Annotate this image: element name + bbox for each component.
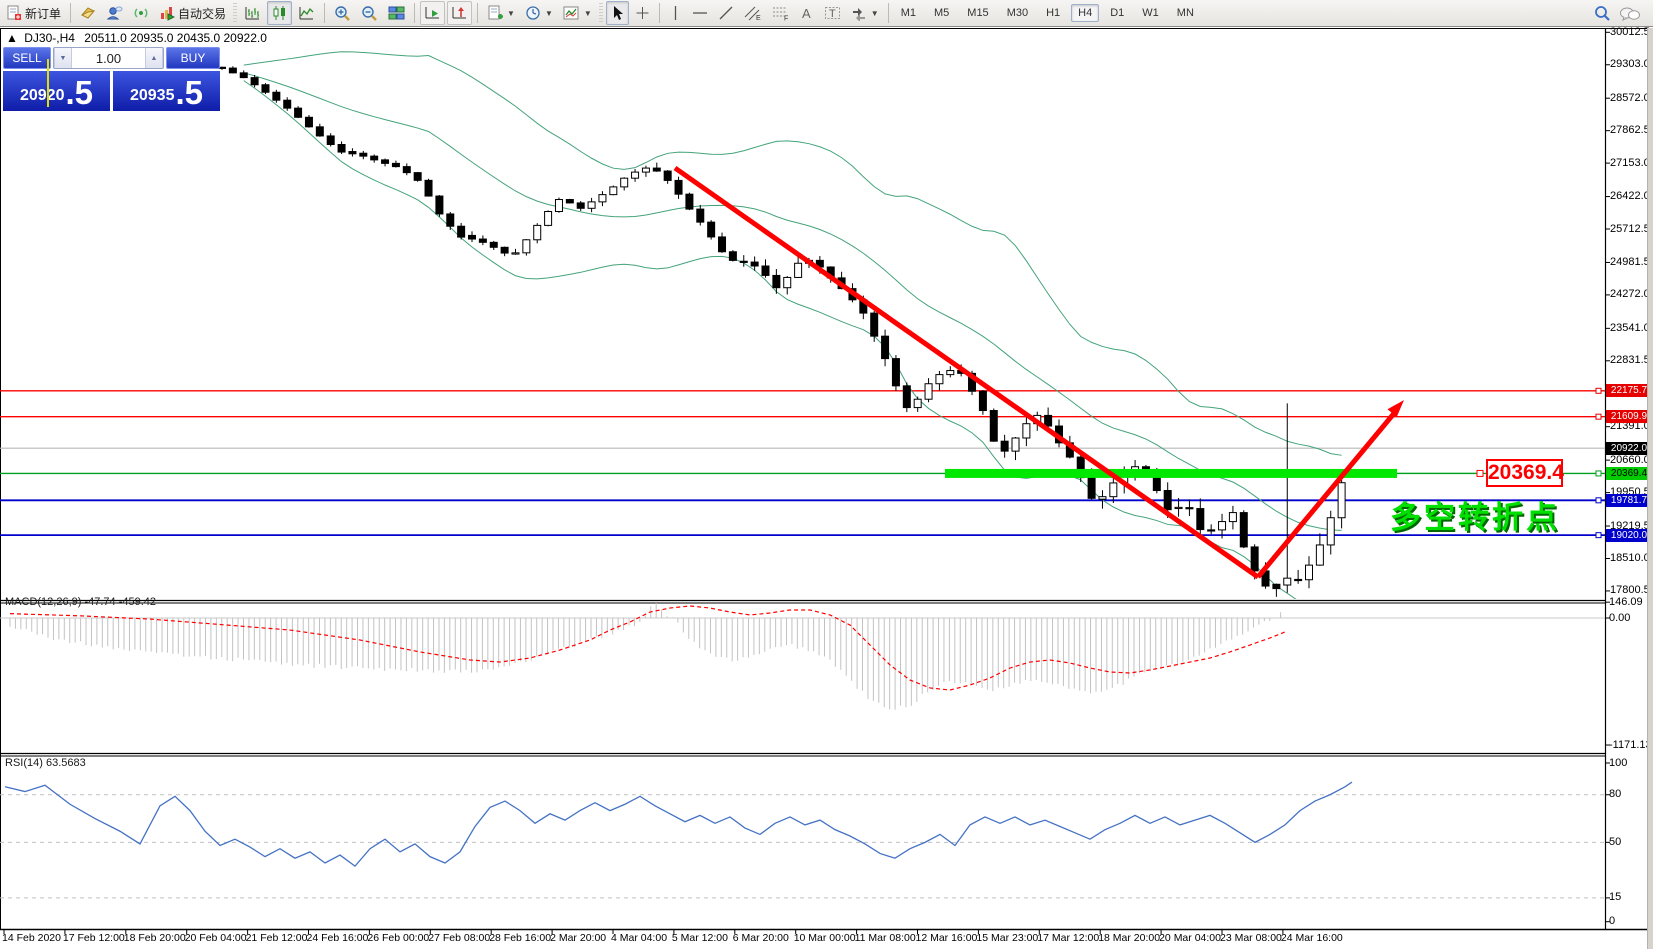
- price-tick-label: 17800.5: [1610, 584, 1650, 596]
- time-axis-label: 26 Feb 00:00: [367, 932, 429, 944]
- sell-price[interactable]: 20920 .5: [3, 71, 110, 111]
- price-tag-20369.4: 20369.4: [1606, 467, 1652, 480]
- price-tick-label: 30012.5: [1610, 26, 1650, 38]
- time-axis-label: 11 Mar 08:00: [855, 932, 916, 944]
- sell-price-main: 20920: [20, 83, 65, 109]
- volume-value[interactable]: 1.00: [72, 48, 145, 68]
- time-axis-label: 6 Mar 20:00: [733, 932, 789, 944]
- time-axis-label: 12 Mar 16:00: [916, 932, 978, 944]
- chart-canvas[interactable]: [0, 0, 1653, 949]
- macd-tick-label: 0.00: [1609, 612, 1630, 624]
- macd-tick-label: -1171.13: [1609, 739, 1652, 751]
- price-tag-21609.9: 21609.9: [1606, 410, 1652, 423]
- price-cursor-line: [47, 59, 49, 107]
- chart-title: ▲ DJ30-,H4 20511.0 20935.0 20435.0 20922…: [6, 31, 267, 45]
- time-axis-label: 17 Feb 12:00: [63, 932, 125, 944]
- time-axis-label: 18 Mar 20:00: [1098, 932, 1160, 944]
- price-tag-19020.0: 19020.0: [1606, 529, 1652, 542]
- buy-price[interactable]: 20935 .5: [113, 71, 220, 111]
- time-axis-label: 4 Mar 04:00: [611, 932, 667, 944]
- price-tick-label: 25712.5: [1610, 223, 1650, 235]
- rsi-tick-label: 80: [1609, 788, 1621, 800]
- rsi-tick-label: 100: [1609, 757, 1627, 769]
- buy-price-fraction: .5: [175, 76, 203, 109]
- symbol-marker-icon: ▲: [6, 31, 18, 45]
- main-price-panel: [0, 52, 1605, 607]
- price-tick-label: 27153.0: [1610, 157, 1650, 169]
- time-axis-label: 23 Mar 08:00: [1220, 932, 1282, 944]
- macd-signal-line: [10, 606, 1285, 690]
- rsi-tick-label: 0: [1609, 915, 1615, 927]
- price-tick-label: 20660.0: [1610, 454, 1650, 466]
- buy-price-main: 20935: [130, 83, 175, 109]
- time-axis-label: 21 Feb 12:00: [246, 932, 308, 944]
- volume-increase-button[interactable]: ▲: [145, 48, 163, 68]
- time-axis-label: 14 Feb 2020: [2, 932, 61, 944]
- macd-tick-label: 146.09: [1609, 596, 1643, 608]
- price-tick-label: 26422.0: [1610, 190, 1650, 202]
- sell-price-fraction: .5: [65, 76, 93, 109]
- level-annotation-box[interactable]: 20369.4: [1486, 459, 1563, 487]
- rsi-line: [5, 782, 1352, 866]
- trend-line: [1258, 411, 1396, 577]
- time-axis-label: 20 Mar 04:00: [1159, 932, 1221, 944]
- rsi-indicator-label: RSI(14) 63.5683: [5, 757, 86, 769]
- macd-indicator-label: MACD(12,26,9) -47.74 -459.42: [5, 596, 156, 608]
- volume-decrease-button[interactable]: ▼: [54, 48, 72, 68]
- buy-button[interactable]: BUY: [166, 47, 220, 69]
- time-axis-label: 10 Mar 00:00: [794, 932, 856, 944]
- time-axis-label: 2 Mar 20:00: [550, 932, 606, 944]
- rsi-tick-label: 50: [1609, 836, 1621, 848]
- rsi-tick-label: 15: [1609, 891, 1621, 903]
- macd-panel: [0, 603, 1605, 710]
- time-axis-label: 5 Mar 12:00: [672, 932, 728, 944]
- time-axis-label: 24 Mar 16:00: [1281, 932, 1343, 944]
- time-axis-label: 15 Mar 23:00: [976, 932, 1038, 944]
- rsi-panel: [0, 782, 1605, 898]
- price-tick-label: 22831.5: [1610, 354, 1650, 366]
- price-tick-label: 23541.0: [1610, 322, 1650, 334]
- time-axis-label: 17 Mar 12:00: [1037, 932, 1099, 944]
- price-tick-label: 27862.5: [1610, 124, 1650, 136]
- time-axis-label: 18 Feb 20:00: [124, 932, 186, 944]
- price-tag-19781.7: 19781.7: [1606, 494, 1652, 507]
- volume-spinner: ▼ 1.00 ▲: [53, 47, 164, 69]
- time-axis-label: 28 Feb 16:00: [489, 932, 551, 944]
- trend-line: [675, 168, 1258, 577]
- price-tick-label: 24981.5: [1610, 256, 1650, 268]
- time-axis-label: 20 Feb 04:00: [185, 932, 247, 944]
- price-tag-20922.0: 20922.0: [1606, 442, 1652, 455]
- symbol-period: DJ30-,H4: [24, 31, 75, 45]
- support-zone-bar: [945, 469, 1397, 478]
- time-axis-label: 24 Feb 16:00: [307, 932, 369, 944]
- price-tick-label: 24272.0: [1610, 288, 1650, 300]
- time-axis-label: 27 Feb 08:00: [428, 932, 490, 944]
- mt4-window: 新订单 自动交易: [0, 0, 1653, 949]
- price-tick-label: 18510.0: [1610, 552, 1650, 564]
- price-tick-label: 29303.0: [1610, 58, 1650, 70]
- one-click-trade-panel: SELL ▼ 1.00 ▲ BUY 20920 .5 20935 .5: [3, 47, 220, 112]
- ohlc-values: 20511.0 20935.0 20435.0 20922.0: [84, 31, 267, 45]
- price-tick-label: 28572.0: [1610, 92, 1650, 104]
- pivot-annotation-text[interactable]: 多空转折点: [1390, 492, 1560, 537]
- price-tag-22175.7: 22175.7: [1606, 384, 1652, 397]
- bollinger-lower: [244, 81, 1342, 607]
- sell-button[interactable]: SELL: [3, 47, 51, 69]
- window-edge: [1647, 28, 1653, 949]
